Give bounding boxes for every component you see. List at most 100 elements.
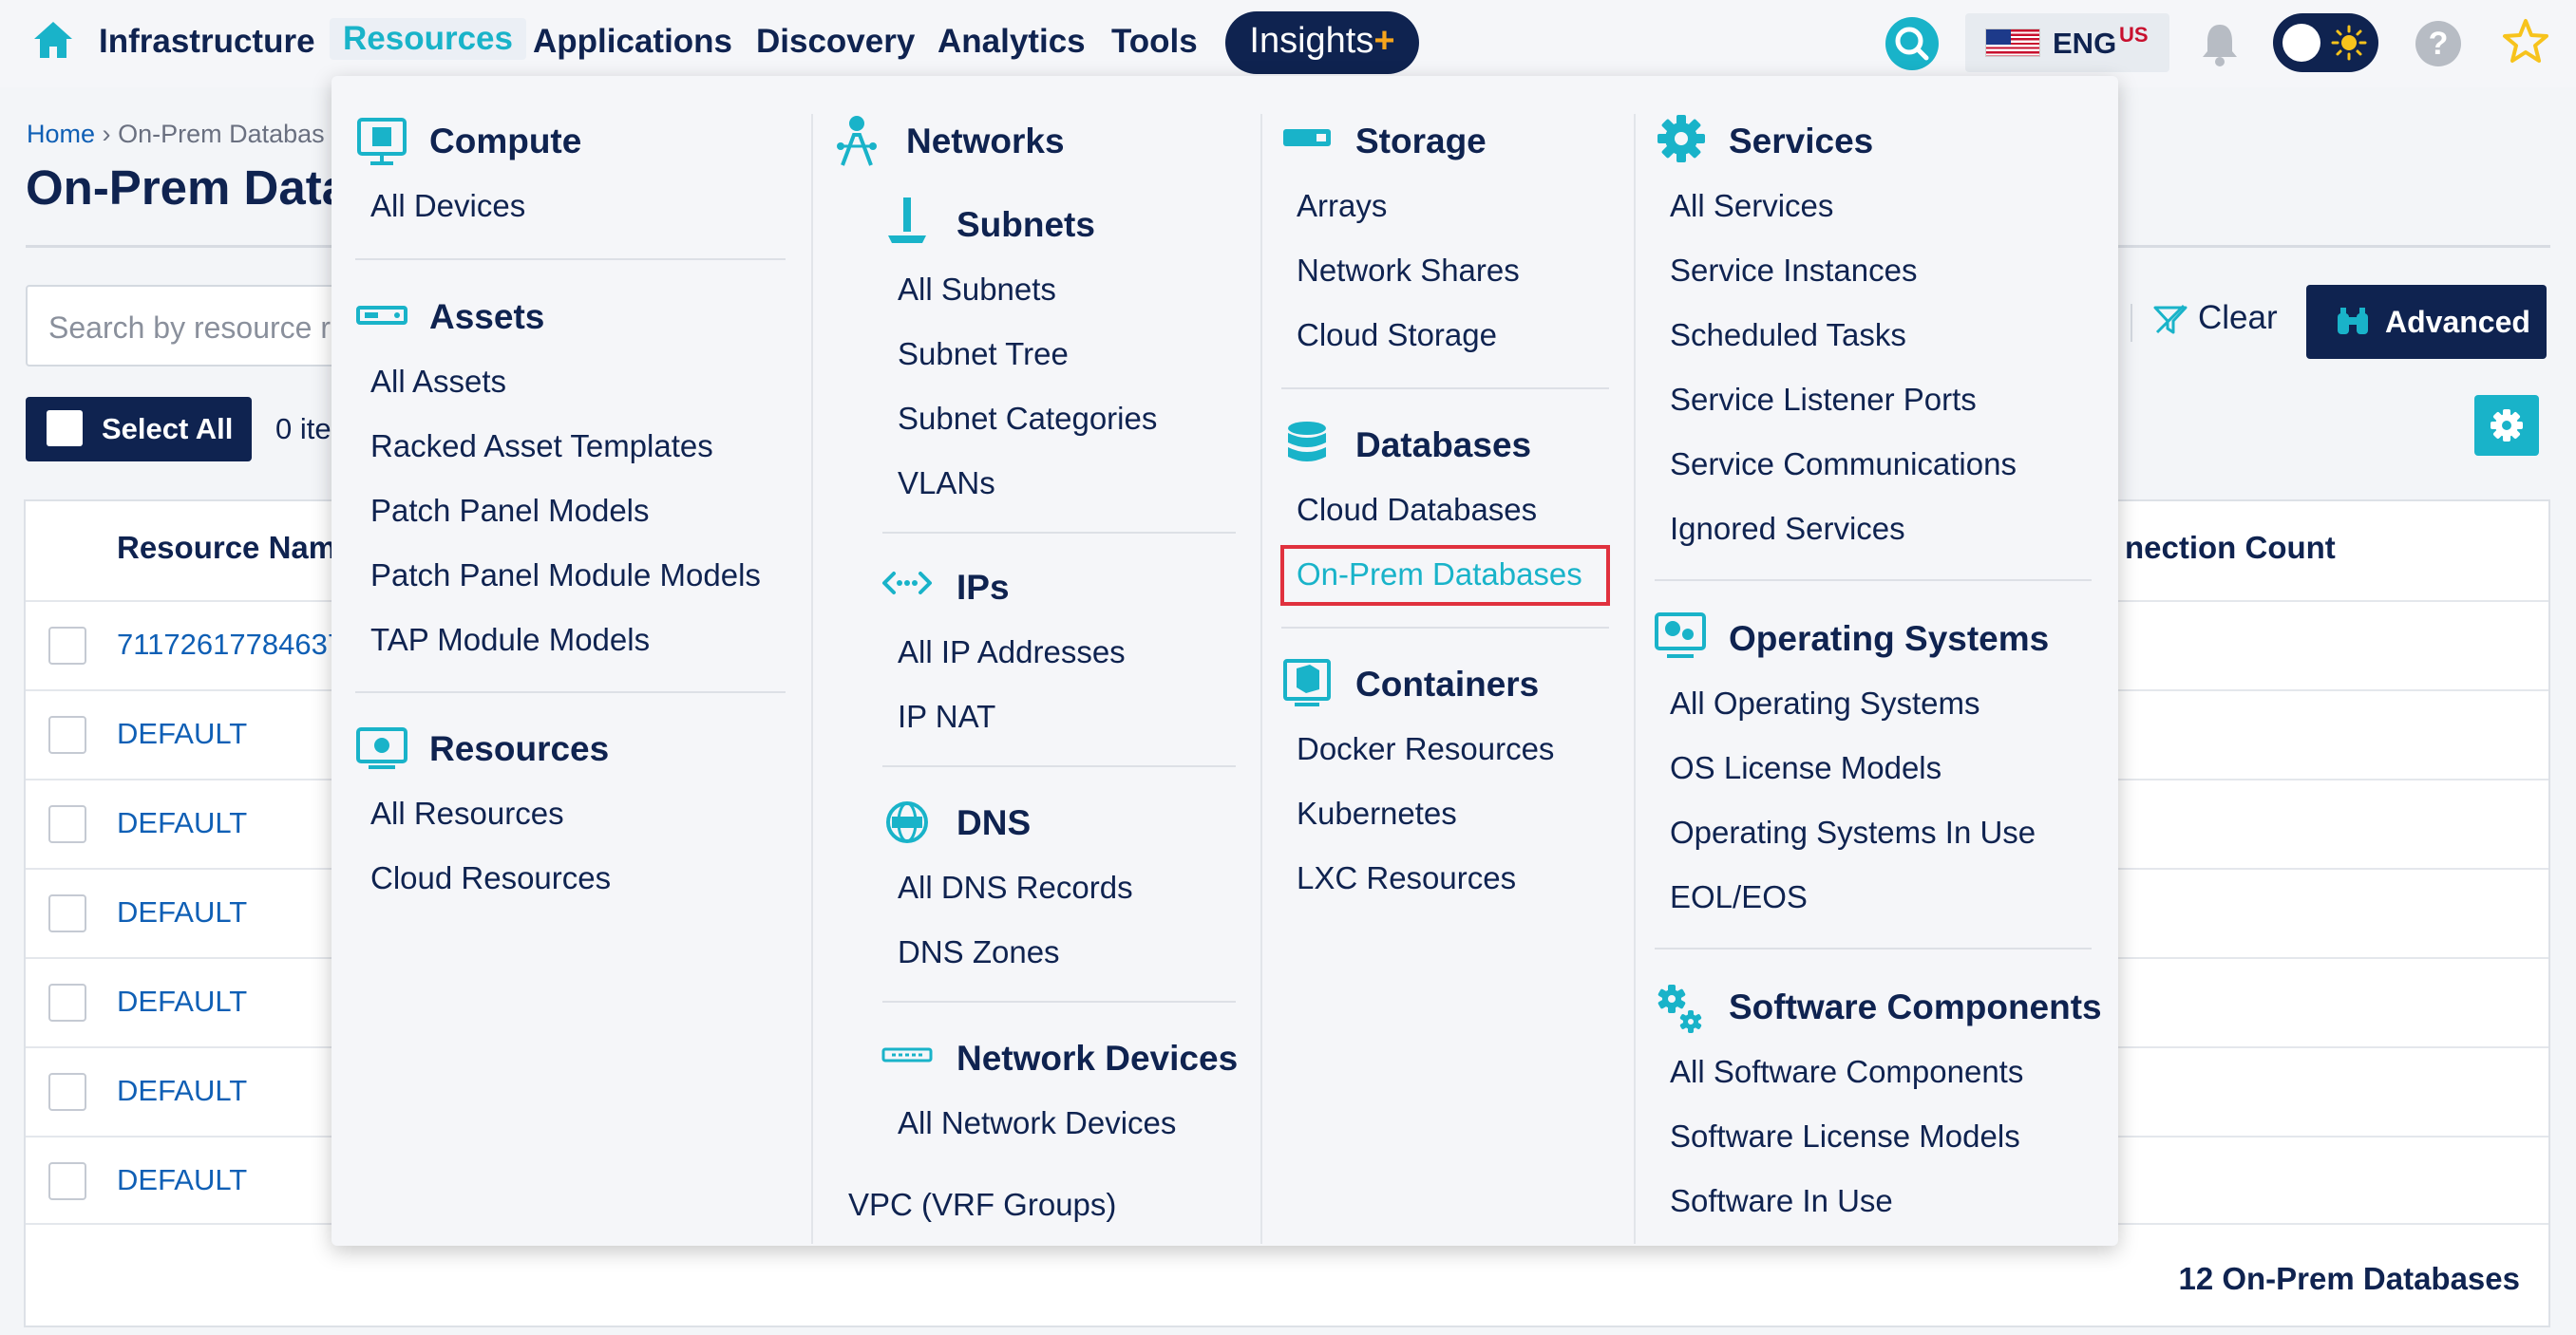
theme-toggle[interactable] — [2273, 13, 2378, 72]
menu-heading-ips[interactable]: IPs — [957, 568, 1010, 608]
menu-heading-subnets[interactable]: Subnets — [957, 205, 1095, 245]
menu-heading-containers[interactable]: Containers — [1355, 665, 1539, 705]
nav-analytics[interactable]: Analytics — [938, 23, 1086, 61]
row-resource-name[interactable]: DEFAULT — [117, 1074, 247, 1108]
menu-item-service-listener-ports[interactable]: Service Listener Ports — [1670, 382, 1977, 418]
menu-heading-software-components[interactable]: Software Components — [1729, 987, 2102, 1027]
menu-item-cloud-storage[interactable]: Cloud Storage — [1297, 317, 1497, 353]
menu-heading-networks[interactable]: Networks — [906, 122, 1065, 161]
breadcrumb-separator: › — [102, 120, 111, 148]
menu-item-eol-eos[interactable]: EOL/EOS — [1670, 879, 1808, 915]
menu-item-subnet-categories[interactable]: Subnet Categories — [898, 401, 1157, 437]
assets-icon — [356, 306, 407, 325]
breadcrumb: Home › On-Prem Databas — [27, 120, 325, 149]
row-checkbox[interactable] — [48, 627, 86, 665]
menu-item-all-operating-systems[interactable]: All Operating Systems — [1670, 686, 1979, 722]
menu-heading-network-devices[interactable]: Network Devices — [957, 1039, 1238, 1079]
menu-heading-services[interactable]: Services — [1729, 122, 1873, 161]
menu-heading-operating-systems[interactable]: Operating Systems — [1729, 619, 2049, 659]
row-checkbox[interactable] — [48, 805, 86, 843]
menu-item-cloud-databases[interactable]: Cloud Databases — [1297, 492, 1537, 528]
menu-heading-assets[interactable]: Assets — [429, 297, 544, 337]
col-header-connection-count[interactable]: nection Count — [2125, 530, 2336, 566]
menu-item-all-services[interactable]: All Services — [1670, 188, 1833, 224]
language-region: US — [2119, 23, 2149, 47]
menu-heading-databases[interactable]: Databases — [1355, 425, 1531, 465]
menu-item-kubernetes[interactable]: Kubernetes — [1297, 796, 1457, 832]
nav-applications[interactable]: Applications — [533, 23, 732, 61]
menu-item-vlans[interactable]: VLANs — [898, 465, 995, 501]
menu-item-patch-panel-module-models[interactable]: Patch Panel Module Models — [370, 557, 761, 593]
menu-item-subnet-tree[interactable]: Subnet Tree — [898, 336, 1069, 372]
menu-item-lxc-resources[interactable]: LXC Resources — [1297, 860, 1516, 896]
row-resource-name[interactable]: DEFAULT — [117, 717, 247, 751]
col-header-resource-name[interactable]: Resource Name — [117, 530, 353, 566]
row-resource-name[interactable]: DEFAULT — [117, 895, 247, 930]
menu-item-patch-panel-models[interactable]: Patch Panel Models — [370, 493, 650, 529]
menu-item-arrays[interactable]: Arrays — [1297, 188, 1387, 224]
menu-item-docker-resources[interactable]: Docker Resources — [1297, 731, 1554, 767]
menu-item-ip-nat[interactable]: IP NAT — [898, 699, 995, 735]
clear-filters-button[interactable]: Clear — [2152, 299, 2278, 347]
row-resource-name[interactable]: 711726177846376 — [117, 628, 360, 662]
help-icon[interactable]: ? — [2415, 21, 2461, 66]
row-checkbox[interactable] — [48, 1073, 86, 1111]
select-all-checkbox[interactable] — [47, 410, 83, 446]
row-checkbox[interactable] — [48, 894, 86, 932]
menu-heading-dns[interactable]: DNS — [957, 803, 1031, 843]
menu-item-vpc-vrf-groups[interactable]: VPC (VRF Groups) — [848, 1187, 1116, 1223]
advanced-search-button[interactable]: Advanced — [2306, 285, 2547, 359]
row-resource-name[interactable]: DEFAULT — [117, 985, 247, 1019]
menu-item-os-license-models[interactable]: OS License Models — [1670, 750, 1941, 786]
row-checkbox[interactable] — [48, 716, 86, 754]
menu-item-service-communications[interactable]: Service Communications — [1670, 446, 2017, 482]
row-checkbox[interactable] — [48, 984, 86, 1022]
menu-item-operating-systems-in-use[interactable]: Operating Systems In Use — [1670, 815, 2036, 851]
menu-item-network-shares[interactable]: Network Shares — [1297, 253, 1520, 289]
sun-icon — [2331, 25, 2367, 61]
search-placeholder: Search by resource r — [48, 310, 331, 345]
language-code: ENG — [2053, 27, 2117, 60]
menu-item-tap-module-models[interactable]: TAP Module Models — [370, 622, 650, 658]
menu-item-software-in-use[interactable]: Software In Use — [1670, 1183, 1893, 1219]
bell-icon[interactable] — [2199, 21, 2241, 68]
insights-button[interactable]: Insights+ — [1225, 11, 1419, 74]
menu-item-software-license-models[interactable]: Software License Models — [1670, 1119, 2020, 1155]
menu-item-all-network-devices[interactable]: All Network Devices — [898, 1105, 1176, 1141]
menu-item-dns-zones[interactable]: DNS Zones — [898, 934, 1060, 970]
nav-discovery[interactable]: Discovery — [756, 23, 915, 61]
menu-heading-resources[interactable]: Resources — [429, 729, 609, 769]
nav-tools[interactable]: Tools — [1111, 23, 1198, 61]
clear-filter-icon — [2153, 304, 2188, 334]
row-checkbox[interactable] — [48, 1162, 86, 1200]
menu-item-cloud-resources[interactable]: Cloud Resources — [370, 860, 611, 896]
menu-item-scheduled-tasks[interactable]: Scheduled Tasks — [1670, 317, 1906, 353]
ips-icon — [882, 572, 932, 594]
global-search-button[interactable] — [1885, 17, 1939, 70]
row-resource-name[interactable]: DEFAULT — [117, 806, 247, 840]
nav-infrastructure[interactable]: Infrastructure — [99, 23, 315, 61]
menu-item-all-subnets[interactable]: All Subnets — [898, 272, 1056, 308]
network-devices-icon — [881, 1047, 933, 1062]
language-selector[interactable]: ENG US — [1965, 13, 2169, 72]
menu-item-all-assets[interactable]: All Assets — [370, 364, 506, 400]
menu-item-ignored-services[interactable]: Ignored Services — [1670, 511, 1905, 547]
select-all-button[interactable]: Select All — [26, 397, 252, 461]
menu-heading-compute[interactable]: Compute — [429, 122, 581, 161]
menu-item-all-software-components[interactable]: All Software Components — [1670, 1054, 2023, 1090]
menu-item-all-resources[interactable]: All Resources — [370, 796, 564, 832]
menu-item-on-prem-databases[interactable]: On-Prem Databases — [1297, 556, 1582, 592]
home-icon[interactable] — [31, 19, 75, 61]
menu-item-all-devices[interactable]: All Devices — [370, 188, 525, 224]
menu-item-racked-asset-templates[interactable]: Racked Asset Templates — [370, 428, 713, 464]
breadcrumb-home[interactable]: Home — [27, 120, 95, 148]
star-icon[interactable] — [2501, 17, 2550, 66]
menu-item-service-instances[interactable]: Service Instances — [1670, 253, 1917, 289]
menu-item-all-dns-records[interactable]: All DNS Records — [898, 870, 1133, 906]
table-settings-button[interactable] — [2474, 395, 2539, 456]
menu-item-all-ip-addresses[interactable]: All IP Addresses — [898, 634, 1126, 670]
row-resource-name[interactable]: DEFAULT — [117, 1163, 247, 1197]
menu-divider — [1655, 579, 2092, 581]
menu-heading-storage[interactable]: Storage — [1355, 122, 1487, 161]
nav-resources[interactable]: Resources — [330, 18, 526, 60]
